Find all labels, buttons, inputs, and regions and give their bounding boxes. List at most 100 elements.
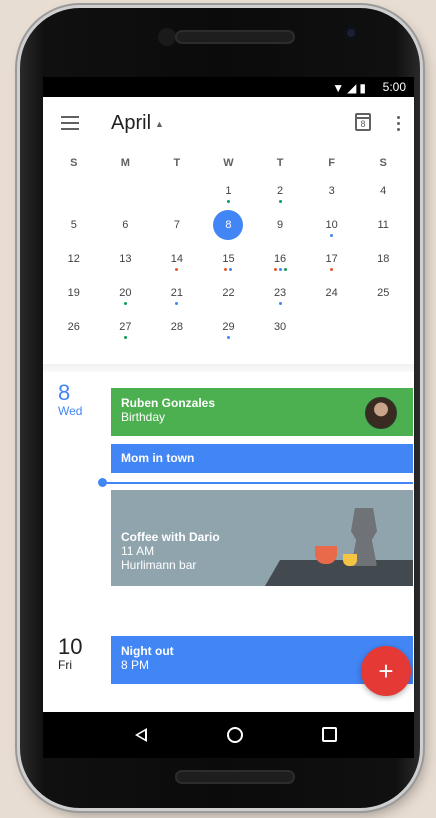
date-number: 10 — [58, 634, 83, 659]
day-number — [368, 312, 398, 342]
calendar-day[interactable]: 6 — [100, 208, 152, 242]
calendar-divider — [43, 364, 414, 372]
calendar-day[interactable]: 3 — [306, 174, 358, 209]
today-calendar-icon[interactable]: 8 — [355, 113, 371, 131]
event-time: 11 AM — [121, 544, 155, 558]
event-birthday[interactable]: Ruben Gonzales Birthday — [111, 388, 413, 436]
calendar-day[interactable]: 1 — [203, 174, 255, 209]
menu-icon[interactable] — [61, 116, 79, 130]
event-dot — [330, 268, 334, 271]
calendar-day[interactable]: 17 — [306, 242, 358, 276]
calendar-day[interactable]: 23 — [254, 276, 306, 310]
event-dot — [175, 268, 179, 271]
event-location: Hurlimann bar — [121, 558, 197, 572]
calendar-day[interactable]: 18 — [357, 242, 409, 276]
calendar-day[interactable]: 8 — [203, 208, 255, 242]
calendar-day[interactable]: 20 — [100, 276, 152, 310]
event-dot — [278, 268, 282, 271]
calendar-day[interactable]: 14 — [151, 242, 203, 276]
date-number: 8 — [58, 380, 71, 405]
calendar-day[interactable]: 16 — [254, 242, 306, 276]
calendar-day[interactable]: 13 — [100, 242, 152, 276]
calendar-week-row: 19 20 21 22 23 24 25 — [48, 276, 409, 310]
front-sensor — [158, 28, 176, 46]
calendar-day[interactable]: 21 — [151, 276, 203, 310]
calendar-day[interactable]: 9 — [254, 208, 306, 242]
day-number: 5 — [70, 219, 77, 231]
date-weekday: Fri — [58, 658, 72, 672]
recents-icon[interactable] — [322, 727, 337, 742]
today-icon-number: 8 — [360, 119, 366, 129]
weekday-label: T — [276, 157, 284, 169]
event-mom-in-town[interactable]: Mom in town — [111, 444, 413, 473]
current-time-line — [101, 482, 413, 484]
wifi-icon: ▼ — [332, 81, 345, 95]
date-label-fri: 10 Fri — [58, 634, 83, 673]
calendar-day[interactable]: 15 — [203, 242, 255, 276]
day-number: 6 — [122, 219, 129, 231]
day-number — [59, 176, 89, 206]
calendar-day[interactable]: 28 — [151, 310, 203, 345]
day-number: 3 — [328, 185, 335, 197]
month-calendar: SMTWTFS 1 2 3 4 5 6 7 8 9 10 11 12 13 14 15 16 17 18 19 20 2… — [43, 152, 414, 344]
event-indicator-dots — [254, 302, 306, 305]
calendar-day[interactable]: 22 — [203, 276, 255, 310]
event-indicator-dots — [100, 336, 152, 339]
day-number: 11 — [377, 219, 389, 231]
event-indicator-dots — [151, 268, 203, 271]
weekday-label: F — [328, 157, 335, 169]
front-camera — [344, 26, 358, 40]
event-indicator-dots — [306, 234, 358, 237]
weekday-label: M — [120, 157, 130, 169]
month-selector[interactable]: April ▲ — [111, 112, 164, 135]
event-indicator-dots — [151, 302, 203, 305]
day-number: 13 — [119, 253, 132, 265]
calendar-day[interactable]: 30 — [254, 310, 306, 345]
schedule-view: 8 Wed Ruben Gonzales Birthday Mom in tow… — [43, 372, 414, 709]
event-title: Night out — [121, 644, 174, 658]
event-dot — [330, 234, 334, 237]
calendar-grid: 1 2 3 4 5 6 7 8 9 10 11 12 13 14 15 16 17 18 19 20 21 22 23 24 2… — [43, 174, 414, 344]
avatar — [365, 397, 397, 429]
screen: ▼ ◢ ▮ 5:00 April ▲ 8 SMTWTFS 1 2 3 4 5 6 7 8 9 10… — [43, 77, 414, 758]
day-number: 12 — [67, 253, 80, 265]
calendar-day[interactable]: 5 — [48, 208, 100, 242]
calendar-day[interactable]: 4 — [357, 174, 409, 209]
bottom-speaker — [175, 770, 295, 784]
day-number: 19 — [67, 287, 80, 299]
calendar-day[interactable]: 24 — [306, 276, 358, 310]
calendar-week-row: 26 27 28 29 30 — [48, 310, 409, 344]
month-title: April — [111, 112, 152, 134]
calendar-day[interactable]: 26 — [48, 310, 100, 345]
more-vert-icon[interactable] — [397, 116, 401, 134]
event-dot — [123, 336, 127, 339]
app-bar: April ▲ 8 — [43, 97, 414, 152]
status-time: 5:00 — [382, 80, 406, 94]
calendar-day[interactable]: 7 — [151, 208, 203, 242]
home-icon[interactable] — [227, 727, 243, 743]
calendar-day[interactable]: 19 — [48, 276, 100, 310]
calendar-day[interactable]: 2 — [254, 174, 306, 209]
day-number: 4 — [380, 185, 387, 197]
top-speaker — [175, 30, 295, 44]
calendar-week-row: 5 6 7 8 9 10 11 — [48, 208, 409, 242]
calendar-week-row: 12 3 4 — [48, 174, 409, 208]
calendar-day[interactable]: 11 — [357, 208, 409, 242]
weekday-label: T — [173, 157, 181, 169]
calendar-day[interactable]: 10 — [306, 208, 358, 242]
day-number-today: 8 — [213, 210, 244, 240]
weekday-label: S — [70, 157, 78, 169]
back-icon[interactable] — [135, 728, 147, 742]
calendar-day[interactable]: 12 — [48, 242, 100, 276]
calendar-empty-cell — [306, 310, 358, 345]
event-coffee[interactable]: Coffee with Dario 11 AM Hurlimann bar — [111, 490, 413, 586]
event-dot — [226, 336, 230, 339]
add-event-button[interactable]: + — [361, 646, 411, 696]
calendar-day[interactable]: 27 — [100, 310, 152, 345]
calendar-day[interactable]: 29 — [203, 310, 255, 345]
calendar-empty-cell — [357, 310, 409, 345]
day-number: 30 — [273, 321, 287, 333]
event-dot — [224, 268, 228, 271]
calendar-day[interactable]: 25 — [357, 276, 409, 310]
day-number — [110, 176, 140, 206]
